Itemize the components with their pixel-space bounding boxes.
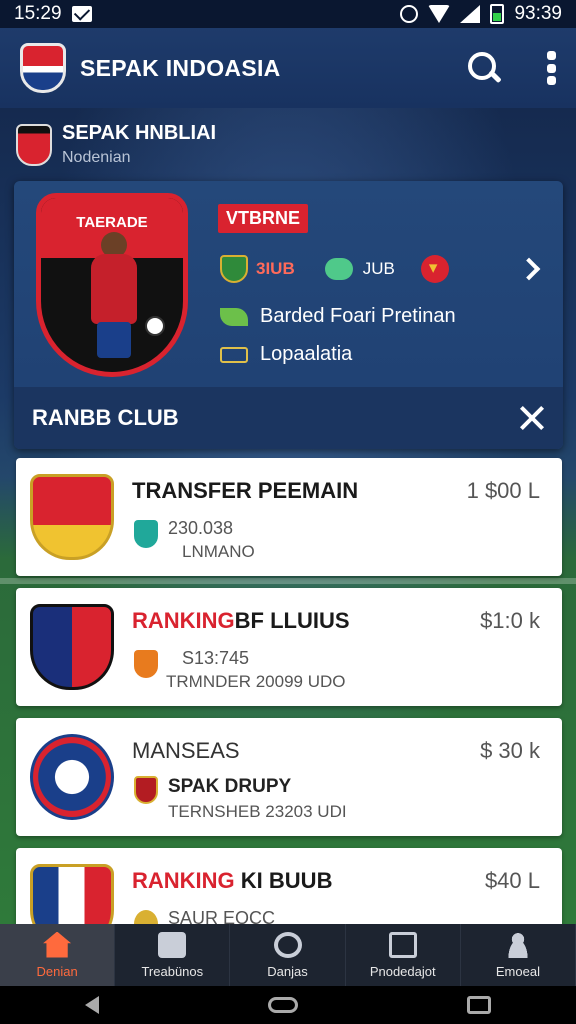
club-badge-icon bbox=[16, 123, 52, 166]
club-logo bbox=[30, 474, 114, 560]
transfer-icon bbox=[134, 520, 158, 548]
signal-icon bbox=[460, 5, 481, 23]
item-price: $ 30 k bbox=[480, 738, 540, 763]
nav-item-news[interactable]: Pnodedajot bbox=[346, 924, 461, 986]
app-title: SEPAK INDOASIA bbox=[80, 54, 281, 81]
item-line1: S13:745 bbox=[182, 648, 250, 668]
nav-item-profile[interactable]: Emoeal bbox=[461, 924, 576, 986]
featured-info-1: Barded Foari Pretinan bbox=[220, 305, 456, 328]
stat-jub: JUB bbox=[362, 259, 395, 278]
nav-label: Emoeal bbox=[495, 963, 540, 979]
status-bar: 15:29 93:39 bbox=[0, 0, 576, 28]
user-icon bbox=[503, 931, 532, 958]
home-icon bbox=[43, 931, 72, 958]
featured-tag: VTBRNE bbox=[218, 204, 309, 233]
app-logo bbox=[20, 43, 66, 93]
mail-icon bbox=[71, 6, 92, 22]
close-icon[interactable] bbox=[519, 405, 545, 431]
nav-label: Pnodedajot bbox=[369, 963, 436, 979]
item-title: RANKING KI BUUB bbox=[132, 868, 333, 893]
stadium-icon bbox=[220, 346, 248, 363]
item-title: RANKINGBF LLUIUS bbox=[132, 608, 350, 633]
featured-stats: 3IUB JUB bbox=[220, 255, 449, 283]
club-crest: TAERADE bbox=[36, 193, 188, 377]
item-price: 1 $00 L bbox=[466, 478, 540, 503]
nav-label: Danjas bbox=[267, 963, 308, 979]
nav-label: Treabünos bbox=[141, 963, 204, 979]
ball-icon bbox=[273, 931, 302, 958]
sub-header-title: SEPAK HNBLIAI bbox=[62, 122, 217, 144]
cloud-icon bbox=[324, 258, 353, 280]
club-logo bbox=[30, 604, 114, 690]
nav-item-transfers[interactable]: Treabünos bbox=[115, 924, 231, 986]
sub-header-caption: Nodenian bbox=[62, 149, 131, 166]
status-time: 15:29 bbox=[14, 3, 62, 24]
home-pill-icon[interactable] bbox=[267, 997, 298, 1013]
sub-header: SEPAK HNBLIAI Nodenian bbox=[16, 122, 216, 167]
nav-item-matches[interactable]: Danjas bbox=[230, 924, 346, 986]
more-options-icon[interactable] bbox=[546, 51, 556, 85]
back-icon[interactable] bbox=[84, 996, 99, 1014]
item-title: MANSEAS bbox=[132, 738, 240, 763]
news-icon bbox=[388, 931, 417, 958]
search-icon[interactable] bbox=[466, 50, 502, 86]
featured-line1: Barded Foari Pretinan bbox=[260, 305, 456, 327]
nav-item-home[interactable]: Denian bbox=[0, 924, 116, 986]
list-item[interactable]: TRANSFER PEEMAIN 1 $00 L 230.038 LNMANO bbox=[16, 458, 562, 576]
wifi-icon bbox=[428, 5, 451, 23]
list-item[interactable]: RANKINGBF LLUIUS $1:0 k S13:745 TRMNDER … bbox=[16, 588, 562, 706]
recents-icon[interactable] bbox=[467, 996, 492, 1014]
battery-icon bbox=[490, 4, 505, 24]
status-battery-time: 93:39 bbox=[514, 3, 562, 24]
shield-icon bbox=[220, 255, 248, 283]
featured-footer: RANBB CLUB bbox=[14, 387, 563, 449]
ball-icon bbox=[145, 316, 165, 336]
featured-info-2: Lopaalatia bbox=[220, 343, 352, 366]
featured-card[interactable]: TAERADE VTBRNE 3IUB JUB Barded Foari Pre… bbox=[14, 181, 563, 449]
system-nav-bar bbox=[0, 986, 576, 1024]
bottom-nav: Denian Treabünos Danjas Pnodedajot Emoea… bbox=[0, 924, 576, 986]
club-icon bbox=[134, 776, 158, 804]
item-price: $40 L bbox=[484, 868, 540, 893]
item-title: TRANSFER PEEMAIN bbox=[132, 478, 359, 503]
item-line2: TERNSHEB 23203 UDI bbox=[168, 802, 347, 821]
app-bar: SEPAK INDOASIA bbox=[0, 28, 576, 108]
list-item[interactable]: MANSEAS $ 30 k SPAK DRUPY TERNSHEB 23203… bbox=[16, 718, 562, 836]
item-line1: 230.038 bbox=[168, 518, 234, 538]
item-line1: SPAK DRUPY bbox=[168, 776, 292, 797]
crest-text: TAERADE bbox=[76, 214, 148, 231]
stat-club: 3IUB bbox=[256, 259, 295, 278]
alarm-icon bbox=[400, 5, 419, 23]
item-price: $1:0 k bbox=[480, 608, 540, 633]
chevron-right-icon[interactable] bbox=[517, 257, 541, 281]
featured-footer-title: RANBB CLUB bbox=[32, 405, 179, 430]
fire-icon bbox=[134, 650, 158, 678]
rank-icon bbox=[420, 255, 449, 283]
nav-label: Denian bbox=[36, 963, 78, 979]
item-line2: LNMANO bbox=[182, 542, 255, 561]
featured-line2: Lopaalatia bbox=[260, 343, 353, 365]
club-logo bbox=[30, 734, 114, 820]
leaf-icon bbox=[220, 307, 248, 326]
item-line2: TRMNDER 20099 UDO bbox=[166, 672, 346, 691]
box-icon bbox=[158, 931, 187, 958]
